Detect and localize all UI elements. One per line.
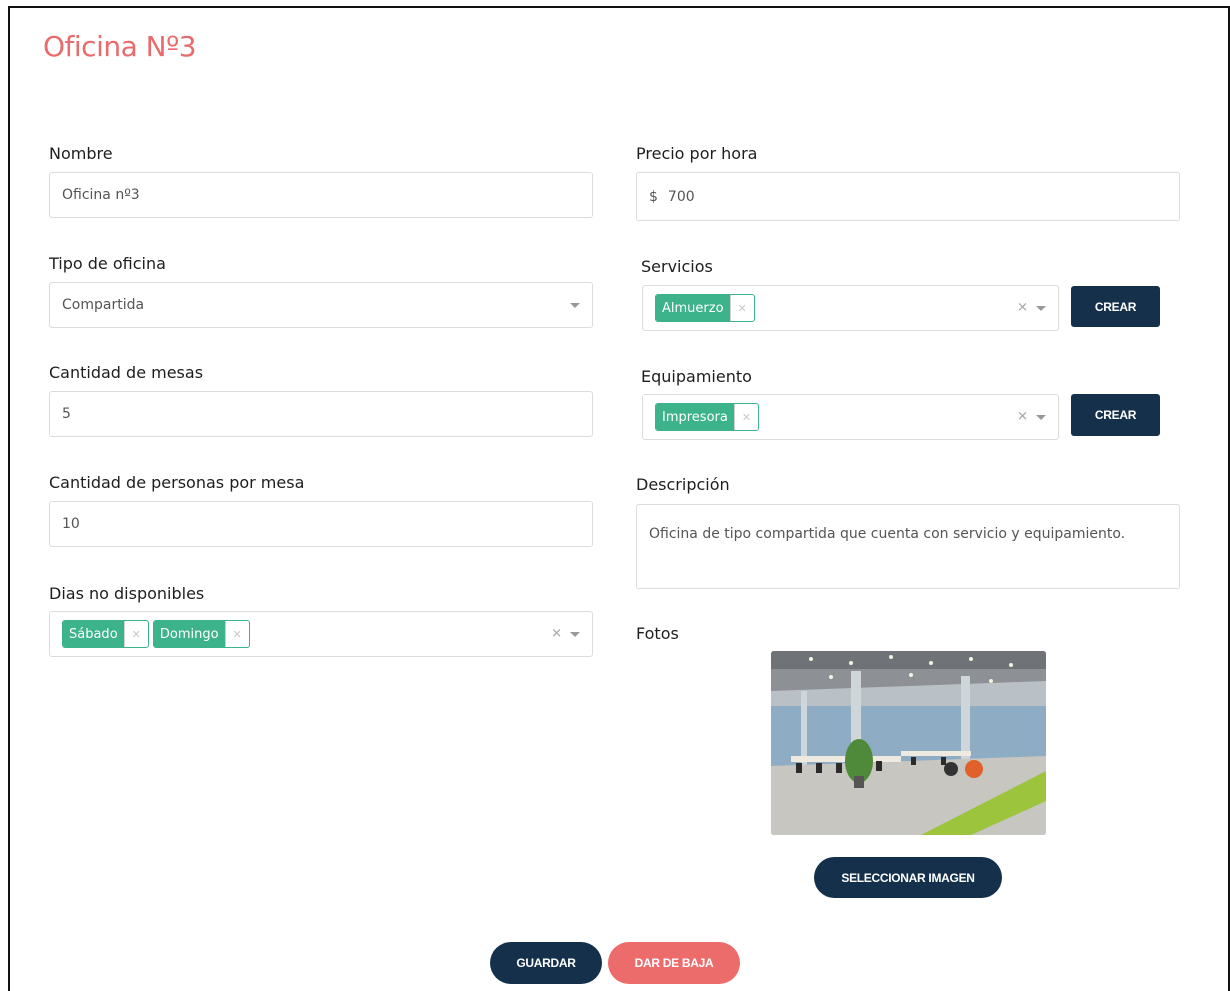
equipamiento-label: Equipamiento (641, 367, 752, 386)
chevron-down-icon[interactable] (570, 632, 580, 637)
seleccionar-imagen-button[interactable]: SELECCIONAR IMAGEN (814, 857, 1002, 898)
equipamiento-multiselect[interactable]: Impresora ✕ ✕ (642, 394, 1059, 440)
chevron-down-icon (570, 303, 580, 308)
remove-tag-icon[interactable]: ✕ (123, 621, 148, 647)
precio-label: Precio por hora (636, 144, 758, 163)
tag-label: Almuerzo (656, 295, 730, 321)
tipo-value: Compartida (62, 297, 145, 313)
tag-label: Sábado (63, 621, 124, 647)
servicios-multiselect[interactable]: Almuerzo ✕ ✕ (642, 285, 1059, 331)
chevron-down-icon[interactable] (1036, 415, 1046, 420)
page-title: Oficina Nº3 (43, 30, 197, 63)
clear-icon[interactable]: ✕ (1017, 410, 1028, 425)
tag-label: Domingo (153, 621, 225, 647)
clear-icon[interactable]: ✕ (1017, 301, 1028, 316)
tag-almuerzo: Almuerzo ✕ (655, 294, 755, 322)
tag-label: Impresora (656, 404, 734, 430)
descripcion-textarea[interactable]: Oficina de tipo compartida que cuenta co… (636, 504, 1180, 589)
dar-de-baja-button[interactable]: DAR DE BAJA (608, 942, 740, 984)
nombre-input[interactable]: Oficina nº3 (49, 172, 593, 218)
personas-label: Cantidad de personas por mesa (49, 473, 305, 492)
precio-input[interactable]: $ 700 (636, 172, 1180, 221)
mesas-value: 5 (62, 406, 71, 422)
crear-servicio-button[interactable]: CREAR (1071, 286, 1160, 327)
tipo-select[interactable]: Compartida (49, 282, 593, 328)
clear-icon[interactable]: ✕ (551, 627, 562, 642)
servicios-label: Servicios (641, 257, 713, 276)
descripcion-label: Descripción (636, 475, 730, 494)
remove-tag-icon[interactable]: ✕ (224, 621, 249, 647)
dias-multiselect[interactable]: Sábado ✕ Domingo ✕ ✕ (49, 611, 593, 657)
remove-tag-icon[interactable]: ✕ (733, 404, 758, 430)
tag-impresora: Impresora ✕ (655, 403, 760, 431)
tag-domingo: Domingo ✕ (152, 620, 250, 648)
guardar-button[interactable]: GUARDAR (490, 942, 602, 984)
currency-symbol: $ (649, 188, 658, 205)
mesas-input[interactable]: 5 (49, 391, 593, 437)
tag-sabado: Sábado ✕ (62, 620, 149, 648)
office-photo (771, 651, 1046, 835)
personas-value: 10 (62, 516, 80, 532)
remove-tag-icon[interactable]: ✕ (729, 295, 754, 321)
mesas-label: Cantidad de mesas (49, 363, 204, 382)
personas-input[interactable]: 10 (49, 501, 593, 547)
crear-equipamiento-button[interactable]: CREAR (1071, 394, 1160, 436)
nombre-value: Oficina nº3 (62, 187, 140, 203)
tipo-label: Tipo de oficina (49, 254, 166, 273)
nombre-label: Nombre (49, 144, 113, 163)
precio-value: 700 (667, 188, 695, 205)
dias-label: Dias no disponibles (49, 584, 205, 603)
chevron-down-icon[interactable] (1036, 306, 1046, 311)
form-panel (8, 6, 1230, 991)
fotos-label: Fotos (636, 624, 679, 643)
